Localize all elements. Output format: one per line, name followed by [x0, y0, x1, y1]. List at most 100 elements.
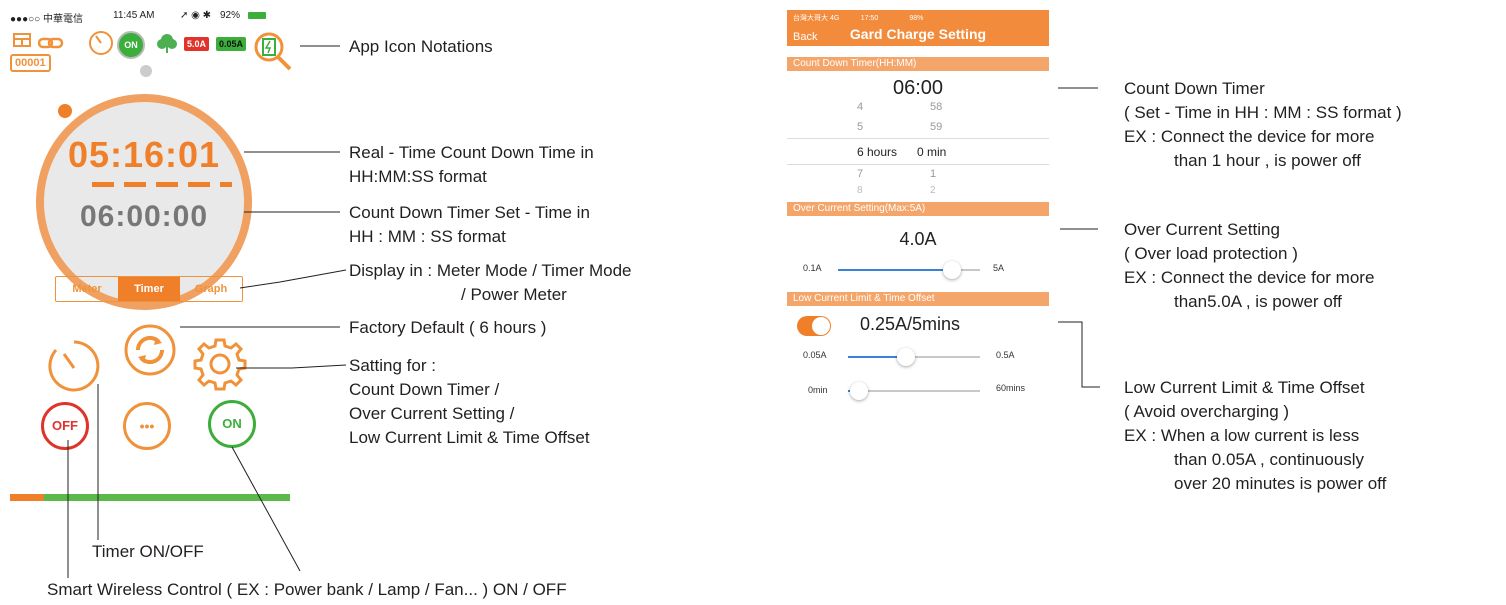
annotation-overcurrent: Over Current Setting ( Over load protect…: [1124, 218, 1374, 314]
annotation-line: Over Current Setting /: [349, 404, 515, 423]
annotation-line: Count Down Timer Set - Time in: [349, 203, 590, 222]
slider-max-label: 0.5A: [996, 350, 1015, 360]
annotation-line: over 20 minutes is power off: [1174, 474, 1387, 493]
picker-hour[interactable]: 8: [857, 185, 863, 196]
slider-min-label: 0min: [808, 385, 828, 395]
slider-max-label: 5A: [993, 263, 1005, 273]
annotation-smart-control: Smart Wireless Control ( EX : Power bank…: [47, 580, 567, 599]
tab-meter[interactable]: Meter: [56, 277, 118, 301]
annotation-line: HH : MM : SS format: [349, 227, 506, 246]
battery-search-icon: [252, 30, 294, 77]
picker-hour[interactable]: 5: [857, 121, 863, 133]
right-phone: [787, 10, 1049, 428]
progress-bar-remaining: [44, 494, 290, 501]
slider-min-label: 0.1A: [803, 263, 822, 273]
device-id-box: 00001: [10, 54, 51, 72]
battery-percent: 98%: [909, 15, 924, 22]
picker-minute[interactable]: 58: [930, 101, 942, 113]
status-time: 11:45 AM: [113, 10, 155, 21]
status-time: 17:50: [860, 15, 879, 22]
slider-max-label: 60mins: [996, 383, 1026, 393]
annotation-line: / Power Meter: [461, 285, 567, 304]
picker-minute-selected[interactable]: 0 min: [917, 145, 946, 159]
slider-track-rest: [906, 356, 980, 358]
picker-minute[interactable]: 1: [930, 168, 936, 180]
annotation-line: than 0.05A , continuously: [1174, 450, 1364, 469]
low-current-value: 0.25A/5mins: [860, 314, 961, 334]
page-title: Gard Charge Setting: [849, 26, 987, 42]
progress-dash: [220, 182, 232, 187]
tab-timer[interactable]: Timer: [118, 277, 180, 301]
progress-dash: [124, 182, 146, 187]
annotation-line: EX : Connect the device for more: [1124, 127, 1375, 146]
device-list-icon[interactable]: [13, 33, 33, 47]
annotation-line: Satting for :: [349, 356, 436, 375]
slider-knob[interactable]: [849, 382, 868, 400]
annotation-line: Count Down Timer: [1124, 79, 1265, 98]
annotation-line: Low Current Limit & Time Offset: [349, 428, 590, 447]
picker-divider: [787, 138, 1049, 139]
annotation-line: ( Avoid overcharging ): [1124, 402, 1290, 421]
picker-minute[interactable]: 2: [930, 185, 936, 196]
current-limit-badge: 5.0A: [184, 37, 210, 51]
clock-handle[interactable]: [58, 104, 72, 118]
status-bar: 台灣大哥大 4G 17:50 98%: [793, 13, 923, 23]
annotation-line: ( Set - Time in HH : MM : SS format ): [1124, 103, 1402, 122]
annotation-line: Count Down Timer /: [349, 380, 500, 399]
annotation-realtime: Real - Time Count Down Time in HH:MM:SS …: [349, 141, 594, 189]
slider-knob[interactable]: [897, 348, 916, 366]
low-current-badge: 0.05A: [216, 37, 247, 51]
battery-icon: [248, 12, 266, 19]
annotation-line: ( Over load protection ): [1124, 244, 1298, 263]
over-current-value: 4.0A: [899, 229, 937, 249]
timer-status-icon: [88, 30, 114, 61]
connection-dot: [140, 65, 152, 77]
gear-icon[interactable]: [192, 336, 248, 397]
timer-icon[interactable]: [44, 336, 104, 401]
power-on-badge: ON: [117, 31, 145, 59]
tab-graph[interactable]: Graph: [180, 277, 242, 301]
battery-percent: 92%: [220, 10, 241, 21]
annotation-line: Real - Time Count Down Time in: [349, 143, 594, 162]
refresh-icon[interactable]: [123, 323, 177, 382]
low-current-section-header: Low Current Limit & Time Offset: [787, 292, 1049, 306]
off-button[interactable]: OFF: [41, 402, 89, 450]
annotation-line: Over Current Setting: [1124, 220, 1280, 239]
status-bar: ●●●○○ 中華電信 11:45 AM ➚ ◉ ✱ 92%: [10, 8, 290, 25]
toggle-knob: [812, 317, 830, 335]
low-current-toggle[interactable]: [797, 316, 831, 336]
timer-section-header: Count Down Timer(HH:MM): [787, 57, 1049, 71]
annotation-app-icons: App Icon Notations: [349, 37, 493, 56]
timer-value: 06:00: [892, 77, 944, 99]
progress-dash: [156, 182, 178, 187]
picker-hour[interactable]: 7: [857, 168, 863, 180]
annotation-countdown: Count Down Timer ( Set - Time in HH : MM…: [1124, 77, 1402, 173]
progress-dash: [188, 182, 210, 187]
annotation-display-mode: Display in : Meter Mode / Timer Mode / P…: [349, 259, 631, 307]
slider-knob[interactable]: [942, 261, 961, 279]
more-button[interactable]: •••: [123, 402, 171, 450]
picker-divider: [787, 164, 1049, 165]
annotation-line: Display in : Meter Mode / Timer Mode: [349, 261, 632, 280]
picker-minute[interactable]: 59: [930, 121, 942, 133]
annotation-setting: Satting for : Count Down Timer / Over Cu…: [349, 354, 590, 450]
location-bluetooth-icons: ➚ ◉ ✱: [180, 10, 212, 21]
annotation-line: HH:MM:SS format: [349, 167, 487, 186]
annotation-line: than 1 hour , is power off: [1174, 151, 1361, 170]
carrier-label: 台灣大哥大 4G: [793, 15, 840, 22]
picker-hour-selected[interactable]: 6 hours: [857, 145, 897, 159]
mode-tabs: Meter Timer Graph: [55, 276, 243, 302]
picker-hour[interactable]: 4: [857, 101, 863, 113]
on-button[interactable]: ON: [208, 400, 256, 448]
set-time: 06:00:00: [79, 200, 209, 233]
carrier-label: ●●●○○ 中華電信: [10, 14, 83, 25]
annotation-factory-default: Factory Default ( 6 hours ): [349, 318, 547, 337]
annotation-set-time: Count Down Timer Set - Time in HH : MM :…: [349, 201, 590, 249]
tree-icon: [156, 32, 178, 59]
over-current-section-header: Over Current Setting(Max:5A): [787, 202, 1049, 216]
annotation-lowcurrent: Low Current Limit & Time Offset ( Avoid …: [1124, 376, 1386, 496]
slider-min-label: 0.05A: [803, 350, 827, 360]
annotation-line: EX : When a low current is less: [1124, 426, 1360, 445]
link-icon[interactable]: [37, 36, 64, 54]
progress-dash: [92, 182, 114, 187]
